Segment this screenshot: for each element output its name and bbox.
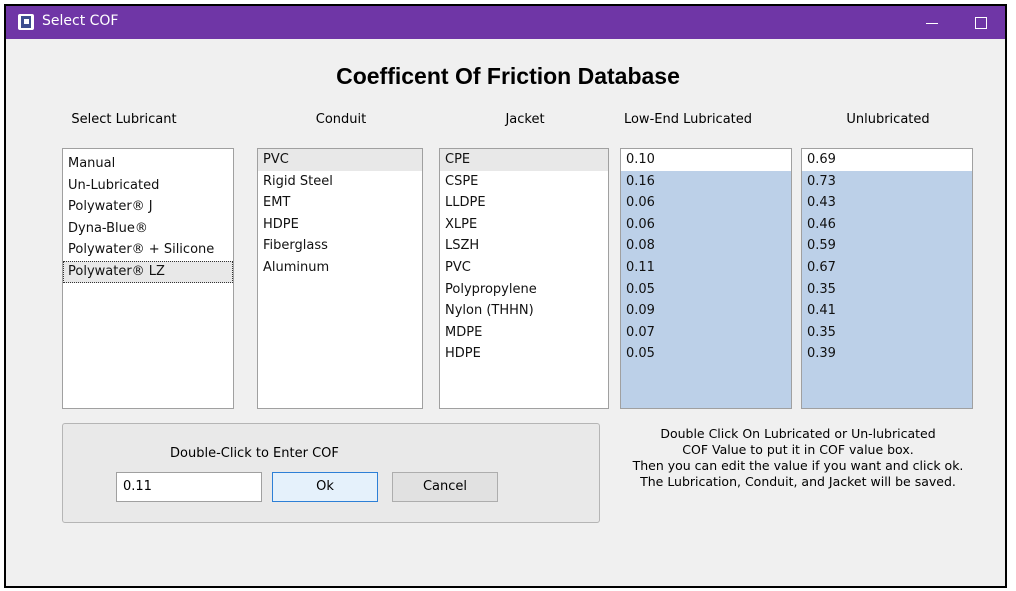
list-item[interactable]: Rigid Steel	[258, 171, 422, 193]
list-item[interactable]: CPE	[440, 149, 608, 171]
list-item[interactable]: 0.08	[621, 235, 791, 257]
list-item[interactable]: 0.73	[802, 171, 972, 193]
list-item[interactable]: PVC	[440, 257, 608, 279]
list-item[interactable]: Dyna-Blue®	[63, 218, 233, 240]
instruction-line: Then you can edit the value if you want …	[632, 458, 964, 473]
list-item[interactable]: 0.09	[621, 300, 791, 322]
minimize-button[interactable]	[910, 6, 956, 39]
unlubricated-list[interactable]: 0.69 0.73 0.43 0.46 0.59 0.67 0.35 0.41 0.35 0.39	[801, 148, 973, 409]
jacket-header: Jacket	[505, 112, 545, 127]
list-item[interactable]: CSPE	[440, 171, 608, 193]
instruction-line: The Lubrication, Conduit, and Jacket wil…	[640, 474, 956, 489]
lubricant-list[interactable]: Manual Un-Lubricated Polywater® J Dyna-Blue…	[62, 148, 234, 409]
list-item[interactable]: Aluminum	[258, 257, 422, 279]
list-item[interactable]: 0.67	[802, 257, 972, 279]
page-title: Coefficent Of Friction Database	[336, 63, 680, 89]
list-item[interactable]: Fiberglass	[258, 235, 422, 257]
list-item[interactable]: 0.06	[621, 192, 791, 214]
instruction-line: Double Click On Lubricated or Un-lubrica…	[660, 426, 936, 441]
low-end-header: Low-End Lubricated	[623, 112, 753, 127]
list-item[interactable]: 0.43	[802, 192, 972, 214]
list-item[interactable]: Nylon (THHN)	[440, 300, 608, 322]
low-end-list[interactable]: 0.10 0.16 0.06 0.06 0.08 0.11 0.05 0.09 0.07 0.05	[620, 148, 792, 409]
list-item[interactable]: 0.41	[802, 300, 972, 322]
list-item[interactable]: 0.16	[621, 171, 791, 193]
unlubricated-header: Unlubricated	[846, 112, 930, 127]
list-item[interactable]: 0.46	[802, 214, 972, 236]
app-icon	[18, 14, 34, 30]
list-item[interactable]: 0.39	[802, 343, 972, 365]
cof-entry-label: Double-Click to Enter COF	[170, 446, 339, 461]
list-item[interactable]: HDPE	[258, 214, 422, 236]
list-item[interactable]: XLPE	[440, 214, 608, 236]
list-item[interactable]: EMT	[258, 192, 422, 214]
list-item[interactable]: 0.11	[621, 257, 791, 279]
list-item[interactable]: 0.10	[621, 149, 791, 171]
list-item[interactable]: 0.07	[621, 322, 791, 344]
instructions: Double Click On Lubricated or Un-lubrica…	[612, 426, 984, 490]
list-item[interactable]: Polypropylene	[440, 279, 608, 301]
list-item[interactable]: 0.35	[802, 322, 972, 344]
list-item[interactable]: PVC	[258, 149, 422, 171]
list-item[interactable]: 0.06	[621, 214, 791, 236]
list-item[interactable]: Manual	[63, 153, 233, 175]
list-item[interactable]: 0.59	[802, 235, 972, 257]
ok-button[interactable]: Ok	[272, 472, 378, 502]
lubricant-header: Select Lubricant	[71, 112, 177, 127]
list-item[interactable]: Polywater® + Silicone	[63, 239, 233, 261]
title-bar[interactable]: Select COF	[6, 6, 1005, 39]
instruction-line: COF Value to put it in COF value box.	[682, 442, 914, 457]
list-item[interactable]: 0.35	[802, 279, 972, 301]
conduit-header: Conduit	[315, 112, 367, 127]
list-item[interactable]: 0.69	[802, 149, 972, 171]
maximize-button[interactable]	[958, 6, 1004, 39]
conduit-list[interactable]: PVC Rigid Steel EMT HDPE Fiberglass Aluminum	[257, 148, 423, 409]
list-item[interactable]: LSZH	[440, 235, 608, 257]
cof-input[interactable]: 0.11	[116, 472, 262, 502]
list-item[interactable]: Un-Lubricated	[63, 175, 233, 197]
list-item[interactable]: 0.05	[621, 343, 791, 365]
list-item[interactable]: LLDPE	[440, 192, 608, 214]
window-title: Select COF	[42, 13, 119, 29]
list-item[interactable]: Polywater® LZ	[63, 260, 233, 283]
list-item[interactable]: MDPE	[440, 322, 608, 344]
jacket-list[interactable]: CPE CSPE LLDPE XLPE LSZH PVC Polypropylene Nylo…	[439, 148, 609, 409]
cancel-button[interactable]: Cancel	[392, 472, 498, 502]
list-item[interactable]: HDPE	[440, 343, 608, 365]
list-item[interactable]: 0.05	[621, 279, 791, 301]
list-item[interactable]: Polywater® J	[63, 196, 233, 218]
